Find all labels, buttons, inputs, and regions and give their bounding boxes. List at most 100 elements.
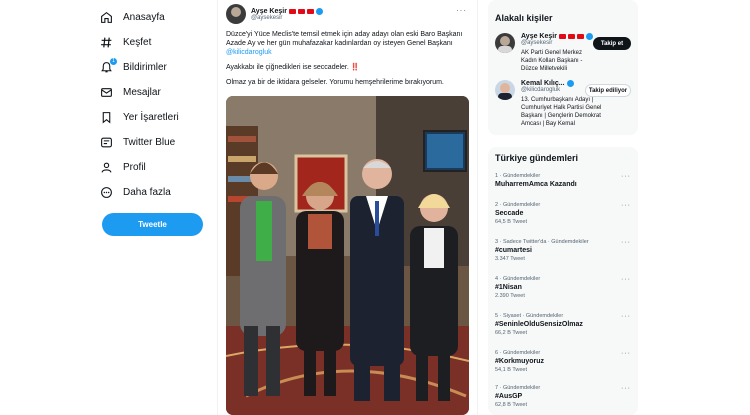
trend-context: 6 · Gündemdekiler [495, 350, 541, 356]
verified-icon [585, 33, 593, 40]
trend-item[interactable]: 3 · Sadece Twitter'da · Gündemdekiler #c… [495, 239, 631, 262]
trend-context: 2 · Gündemdekiler [495, 202, 541, 208]
trend-item[interactable]: 2 · Gündemdekiler Seccade 64,5 B Tweet ·… [495, 202, 631, 225]
trend-more-icon[interactable]: ··· [621, 202, 631, 209]
primary-nav: Anasayfa Keşfet 1 Bildirimler Mesajlar Y… [100, 5, 215, 205]
person-name-text: Kemal Kılıç... [521, 80, 565, 87]
nav-twitter-blue[interactable]: Twitter Blue [100, 130, 215, 155]
tweet-author[interactable]: Ayşe Keşir @aysekesir [226, 4, 323, 24]
mail-icon [101, 88, 112, 97]
trend-count: 66,2 B Tweet [495, 330, 528, 336]
trend-more-icon[interactable]: ··· [621, 239, 631, 246]
nav-home-label: Anasayfa [123, 12, 165, 23]
nav-notifications[interactable]: 1 Bildirimler [100, 55, 215, 80]
trend-context: 1 · Gündemdekiler [495, 173, 541, 179]
trend-more-icon[interactable]: ··· [621, 313, 631, 320]
who-to-follow-title: Alakalı kişiler [495, 13, 553, 23]
tweet-paragraph-3: Olmaz ya bir de iktidara gelseler. Yorum… [226, 79, 444, 86]
flag-icon [558, 34, 566, 39]
trend-context: 5 · Siyaset · Gündemdekiler [495, 313, 564, 319]
trend-name: #SeninleOlduSensizOlmaz [495, 321, 583, 328]
notification-badge: 1 [110, 58, 117, 65]
author-display-name: Ayşe Keşir [251, 7, 323, 15]
follow-button[interactable]: Takip et [593, 37, 631, 50]
trend-context: 3 · Sadece Twitter'da · Gündemdekiler [495, 239, 589, 245]
avatar-image [498, 83, 512, 100]
trend-name: #AusGP [495, 393, 523, 400]
nav-profile[interactable]: Profil [100, 155, 215, 180]
trend-item[interactable]: 6 · Gündemdekiler #Korkmuyoruz 54,1 B Tw… [495, 350, 631, 373]
following-button[interactable]: Takip ediliyor [585, 84, 631, 97]
home-icon [101, 11, 112, 23]
more-options-icon[interactable]: ··· [456, 6, 467, 15]
nav-explore-label: Keşfet [123, 37, 152, 48]
tweet-text: Düzce'yi Yüce Meclis'te temsil etmek içi… [226, 30, 471, 93]
trend-item[interactable]: 7 · Gündemdekiler #AusGP 62,8 B Tweet ··… [495, 385, 631, 408]
trend-count: 64,5 B Tweet [495, 219, 528, 225]
person-bio: 13. Cumhurbaşkanı Adayı | Cumhuriyet Hal… [521, 97, 602, 127]
nav-notifications-label: Bildirimler [123, 62, 167, 73]
nav-bookmarks-label: Yer İşaretleri [123, 112, 179, 123]
avatar[interactable] [226, 4, 246, 24]
nav-twitter-blue-label: Twitter Blue [123, 137, 176, 148]
person-row[interactable]: Ayşe Keşir @aysekesir AK Parti Genel Mer… [495, 33, 635, 73]
nav-messages-label: Mesajlar [123, 87, 161, 98]
tweet-detail: Ayşe Keşir @aysekesir ··· Düzce'yi Yüce … [217, 0, 478, 415]
nav-more-label: Daha fazla [123, 187, 171, 198]
twitter-blue-icon [101, 137, 112, 148]
photo-illustration [226, 96, 469, 415]
flag-icon [306, 8, 314, 14]
mention-link[interactable]: @kilicdarogluk [226, 49, 272, 56]
trend-context: 7 · Gündemdekiler [495, 385, 541, 391]
trend-count: 2.390 Tweet [495, 293, 525, 299]
trend-name: #cumartesi [495, 247, 532, 254]
trend-item[interactable]: 1 · Gündemdekiler MuharremAmca Kazandı ·… [495, 173, 631, 188]
trend-name: Seccade [495, 210, 524, 217]
notifications-icon-wrap: 1 [100, 58, 123, 74]
hashtag-icon [101, 37, 112, 48]
nav-more[interactable]: Daha fazla [100, 180, 215, 205]
author-names: Ayşe Keşir @aysekesir [251, 7, 323, 21]
trend-count: 3.347 Tweet [495, 256, 525, 262]
trend-more-icon[interactable]: ··· [621, 385, 631, 392]
nav-home[interactable]: Anasayfa [100, 5, 215, 30]
nav-profile-label: Profil [123, 162, 146, 173]
flag-icon [567, 34, 575, 39]
tweet-paragraph-2: Ayakkabı ile çiğnedikleri ise seccadeler… [226, 64, 360, 71]
verified-icon [315, 7, 323, 15]
trend-count: 54,1 B Tweet [495, 367, 528, 373]
who-to-follow-panel: Alakalı kişiler Ayşe Keşir @aysekesir AK… [488, 0, 638, 135]
author-handle: @aysekesir [251, 14, 283, 21]
trend-item[interactable]: 4 · Gündemdekiler #1Nisan 2.390 Tweet ··… [495, 276, 631, 299]
trend-item[interactable]: 5 · Siyaset · Gündemdekiler #SeninleOldu… [495, 313, 631, 336]
trend-name: #1Nisan [495, 284, 522, 291]
tweet-photo[interactable] [226, 96, 469, 415]
author-name-text: Ayşe Keşir [251, 7, 287, 15]
flag-icon [288, 8, 296, 14]
trend-more-icon[interactable]: ··· [621, 173, 631, 180]
trends-title: Türkiye gündemleri [495, 153, 579, 163]
trend-name: MuharremAmca Kazandı [495, 181, 577, 188]
nav-bookmarks[interactable]: Yer İşaretleri [100, 105, 215, 130]
bookmark-icon [102, 112, 111, 124]
nav-messages[interactable]: Mesajlar [100, 80, 215, 105]
profile-icon [101, 162, 112, 173]
person-bio: AK Parti Genel Merkez Kadın Kolları Başk… [521, 50, 583, 72]
tweet-text-1: Düzce'yi Yüce Meclis'te temsil etmek içi… [226, 31, 463, 47]
nav-explore[interactable]: Keşfet [100, 30, 215, 55]
avatar[interactable] [495, 80, 515, 100]
tweet-button[interactable]: Tweetle [102, 213, 203, 236]
verified-icon [566, 80, 574, 87]
trend-count: 62,8 B Tweet [495, 402, 528, 408]
trend-context: 4 · Gündemdekiler [495, 276, 541, 282]
person-name-text: Ayşe Keşir [521, 33, 557, 40]
tweet-paragraph-1: Düzce'yi Yüce Meclis'te temsil etmek içi… [226, 30, 471, 57]
trend-more-icon[interactable]: ··· [621, 350, 631, 357]
trends-panel: Türkiye gündemleri 1 · Gündemdekiler Muh… [488, 147, 638, 415]
flag-icon [297, 8, 305, 14]
trend-more-icon[interactable]: ··· [621, 276, 631, 283]
trend-name: #Korkmuyoruz [495, 358, 545, 365]
person-row[interactable]: Kemal Kılıç... @kilicdarogluk 13. Cumhur… [495, 80, 635, 135]
flag-icon [576, 34, 584, 39]
more-circle-icon [101, 187, 112, 198]
